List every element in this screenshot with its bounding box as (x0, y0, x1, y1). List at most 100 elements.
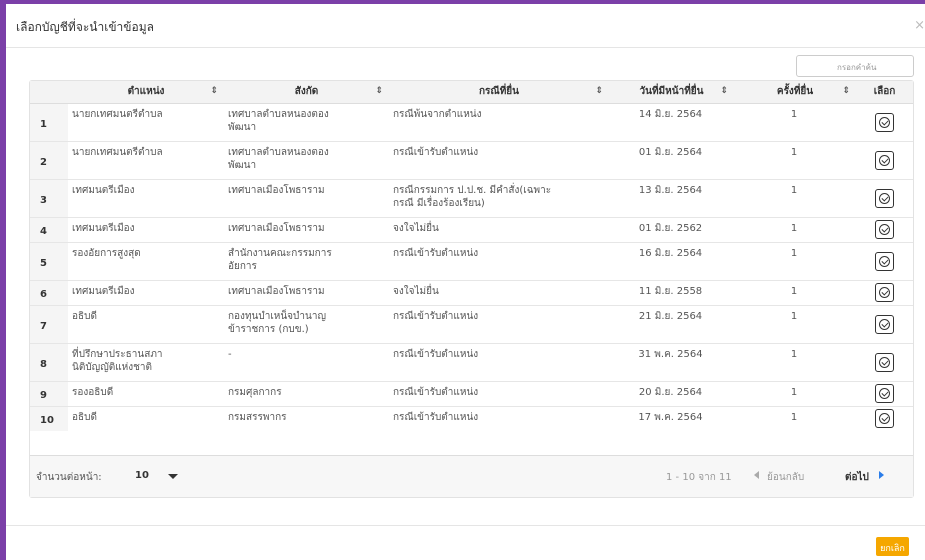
select-account-modal: เลือกบัญชีที่จะนำเข้าข้อมูล × กรอกคำค้น … (6, 4, 925, 560)
cell-select (856, 279, 913, 305)
select-row-button[interactable] (875, 112, 894, 132)
cell-case: กรณีเข้ารับตำแหน่ง (389, 304, 609, 343)
cell-position: อธิบดี (68, 405, 224, 431)
cell-case: กรณีเข้ารับตำแหน่ง (389, 342, 609, 381)
table-row: 6 เทศมนตรีเมือง เทศบาลเมืองโพธาราม จงใจไม่ย… (30, 279, 913, 305)
cell-count: 1 (734, 380, 856, 406)
col-header-date[interactable]: วันที่มีหน้าที่ยื่น ⇕ (609, 81, 734, 104)
row-number: 2 (30, 140, 68, 179)
cell-count: 1 (734, 102, 856, 141)
col-header-index (30, 81, 68, 104)
caret-down-icon[interactable] (168, 474, 178, 479)
sort-icon[interactable]: ⇕ (595, 86, 603, 96)
col-header-agency[interactable]: สังกัด ⇕ (224, 81, 389, 104)
cell-case: จงใจไม่ยื่น (389, 279, 609, 305)
cell-case: กรณีเข้ารับตำแหน่ง (389, 405, 609, 431)
cancel-button[interactable]: ยกเลิก (876, 537, 909, 556)
chevron-left-icon[interactable] (754, 471, 759, 479)
sort-icon[interactable]: ⇕ (720, 86, 728, 96)
row-number: 4 (30, 216, 68, 242)
cell-case: กรณีเข้ารับตำแหน่ง (389, 241, 609, 280)
cell-select (856, 342, 913, 381)
cell-case: กรณีเข้ารับตำแหน่ง (389, 380, 609, 406)
cell-count: 1 (734, 279, 856, 305)
cell-date: 13 มิ.ย. 2564 (609, 178, 734, 217)
cell-select (856, 140, 913, 179)
row-number: 3 (30, 178, 68, 217)
check-circle-icon (879, 388, 890, 399)
table-row: 8 ที่ปรึกษาประธานสภา นิติบัญญัติแห่งชาติ -… (30, 342, 913, 381)
cell-case: จงใจไม่ยื่น (389, 216, 609, 242)
table-row: 10 อธิบดี กรมสรรพากร กรณีเข้ารับตำแหน่ง 17 พ… (30, 405, 913, 431)
sort-icon[interactable]: ⇕ (210, 86, 218, 96)
cell-agency: เทศบาลเมืองโพธาราม (224, 216, 389, 242)
cell-count: 1 (734, 304, 856, 343)
modal-header: เลือกบัญชีที่จะนำเข้าข้อมูล × (6, 4, 925, 48)
check-circle-icon (879, 356, 890, 368)
select-row-button[interactable] (875, 352, 894, 372)
cell-date: 20 มิ.ย. 2564 (609, 380, 734, 406)
cell-date: 01 มิ.ย. 2562 (609, 216, 734, 242)
table-row: 4 เทศมนตรีเมือง เทศบาลเมืองโพธาราม จงใจไม่ย… (30, 216, 913, 242)
cell-position: นายกเทศมนตรีตำบล (68, 102, 224, 141)
cell-case: กรณีเข้ารับตำแหน่ง (389, 140, 609, 179)
col-header-case[interactable]: กรณีที่ยื่น ⇕ (389, 81, 609, 104)
col-header-label: ครั้งที่ยื่น (776, 86, 814, 98)
sort-icon[interactable]: ⇕ (842, 86, 850, 96)
cell-select (856, 380, 913, 406)
table-row: 9 รองอธิบดี กรมศุลกากร กรณีเข้ารับตำแหน่ง 20… (30, 380, 913, 406)
table-header-row: ตำแหน่ง ⇕ สังกัด ⇕ กรณีที่ยื่น ⇕ วันที่มีหน… (30, 81, 913, 104)
search-input[interactable]: กรอกคำค้น (796, 55, 914, 77)
prev-page-button[interactable]: ย้อนกลับ (767, 470, 804, 485)
cell-agency: สำนักงานคณะกรรมการ อัยการ (224, 241, 389, 280)
cell-position: รองอัยการสูงสุด (68, 241, 224, 280)
col-header-label: วันที่มีหน้าที่ยื่น (639, 86, 704, 98)
select-row-button[interactable] (875, 314, 894, 334)
select-row-button[interactable] (875, 150, 894, 170)
row-number: 8 (30, 342, 68, 381)
accounts-table: ตำแหน่ง ⇕ สังกัด ⇕ กรณีที่ยื่น ⇕ วันที่มีหน… (29, 80, 914, 498)
select-row-button[interactable] (875, 384, 894, 403)
cell-select (856, 216, 913, 242)
cell-select (856, 304, 913, 343)
check-circle-icon (879, 255, 890, 267)
row-number: 9 (30, 380, 68, 406)
cell-agency: กรมศุลกากร (224, 380, 389, 406)
cell-date: 17 พ.ค. 2564 (609, 405, 734, 431)
cell-date: 01 มิ.ย. 2564 (609, 140, 734, 179)
cell-count: 1 (734, 216, 856, 242)
select-row-button[interactable] (875, 283, 894, 302)
col-header-select: เลือก (856, 81, 913, 104)
close-icon[interactable]: × (914, 18, 925, 33)
cell-select (856, 405, 913, 431)
select-row-button[interactable] (875, 409, 894, 429)
cell-select (856, 102, 913, 141)
cell-date: 21 มิ.ย. 2564 (609, 304, 734, 343)
cell-agency: เทศบาลตำบลหนองตอง พัฒนา (224, 140, 389, 179)
cell-position: นายกเทศมนตรีตำบล (68, 140, 224, 179)
chevron-right-icon[interactable] (879, 471, 884, 479)
next-page-button[interactable]: ต่อไป (845, 470, 869, 485)
per-page-select[interactable]: 10 (135, 470, 149, 481)
select-row-button[interactable] (875, 251, 894, 271)
cell-count: 1 (734, 342, 856, 381)
select-row-button[interactable] (875, 188, 894, 208)
sort-icon[interactable]: ⇕ (375, 86, 383, 96)
cell-position: เทศมนตรีเมือง (68, 178, 224, 217)
col-header-count[interactable]: ครั้งที่ยื่น ⇕ (734, 81, 856, 104)
table-row: 1 นายกเทศมนตรีตำบล เทศบาลตำบลหนองตอง พัฒนา… (30, 102, 913, 141)
cell-count: 1 (734, 405, 856, 431)
table-row: 5 รองอัยการสูงสุด สำนักงานคณะกรรมการ อัยกา… (30, 241, 913, 280)
table-row: 2 นายกเทศมนตรีตำบล เทศบาลตำบลหนองตอง พัฒนา… (30, 140, 913, 179)
cell-case: กรณีพ้นจากตำแหน่ง (389, 102, 609, 141)
cell-agency: กรมสรรพากร (224, 405, 389, 431)
row-number: 6 (30, 279, 68, 305)
cell-date: 11 มิ.ย. 2558 (609, 279, 734, 305)
per-page-label: จำนวนต่อหน้า: (36, 472, 102, 483)
cell-select (856, 241, 913, 280)
select-row-button[interactable] (875, 220, 894, 239)
page-range: 1 - 10 จาก 11 (666, 472, 732, 483)
check-circle-icon (879, 116, 890, 128)
modal-title: เลือกบัญชีที่จะนำเข้าข้อมูล (16, 20, 154, 34)
col-header-position[interactable]: ตำแหน่ง ⇕ (68, 81, 224, 104)
